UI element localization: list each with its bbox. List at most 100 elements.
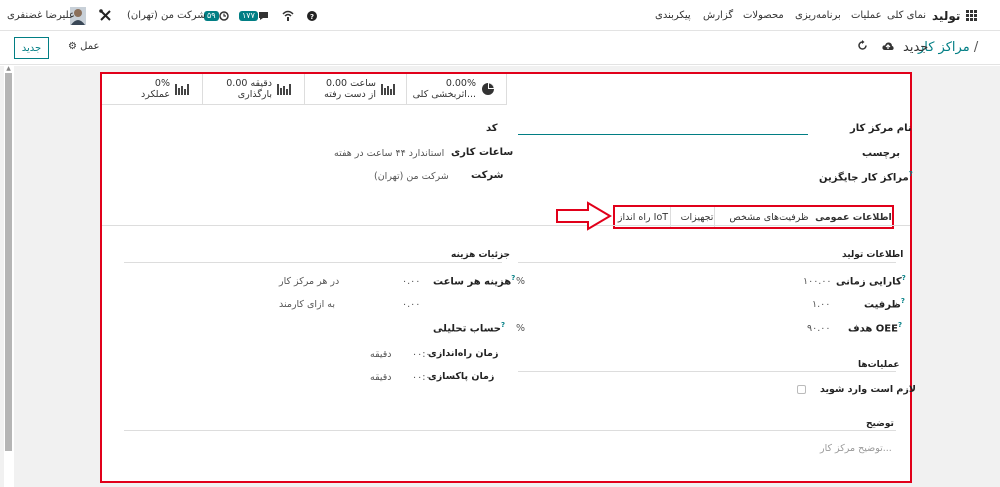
oee-target-value[interactable]: ۹۰.۰۰ xyxy=(807,323,830,334)
scroll-up-arrow[interactable]: ▲ xyxy=(5,66,12,72)
lost-label: از دست رفته xyxy=(324,89,376,100)
setup-time-value[interactable]: ۰۰:۰۰ xyxy=(412,349,436,360)
setup-time-unit: دقیقه xyxy=(370,349,392,360)
efficiency-value[interactable]: ۱۰۰.۰۰ xyxy=(803,276,832,287)
tab-iot-triggers[interactable]: راه انداز IoT xyxy=(615,207,671,227)
help-tooltip-icon: ? xyxy=(897,321,903,329)
bar-chart-icon xyxy=(277,84,291,95)
costing-section-title: جزئیات هزینه xyxy=(451,250,511,260)
operations-divider xyxy=(518,371,896,372)
new-button[interactable]: جدید xyxy=(14,37,49,59)
code-label: کد xyxy=(486,123,498,134)
capacity-value[interactable]: ۱.۰۰ xyxy=(812,299,830,310)
tab-equipment[interactable]: تجهیزات xyxy=(671,207,723,227)
performance-value: 0% xyxy=(154,78,170,89)
menu-products[interactable]: محصولات xyxy=(743,0,784,31)
company-value[interactable]: شرکت من (تهران) xyxy=(374,171,449,182)
company-label: شرکت xyxy=(471,170,504,181)
tab-divider xyxy=(670,207,671,227)
action-label: عمل xyxy=(80,41,100,52)
employee-cost-value[interactable]: ۰.۰۰ xyxy=(402,299,420,310)
user-name[interactable]: علیرضا غضنفری xyxy=(7,0,75,31)
wifi-icon[interactable] xyxy=(282,0,294,31)
cleanup-time-value[interactable]: ۰۰:۰۰ xyxy=(412,372,436,383)
menu-configuration[interactable]: پیکربندی xyxy=(655,0,691,31)
employee-cost-unit: به ازای کارمند xyxy=(279,299,336,310)
tab-specific-capacities[interactable]: ظرفیت‌های مشخص xyxy=(723,207,815,227)
breadcrumb-separator: / xyxy=(973,40,979,55)
scrollbar-thumb[interactable] xyxy=(5,73,12,451)
bar-chart-icon xyxy=(381,84,395,95)
costing-divider xyxy=(124,262,502,263)
menu-reporting[interactable]: گزارش xyxy=(703,0,733,31)
hours-label: ساعات کاری xyxy=(451,147,514,158)
action-menu[interactable]: ⚙ عمل xyxy=(68,41,99,52)
help-tooltip-icon: ? xyxy=(908,170,913,178)
name-label: نام مرکز کار xyxy=(850,123,912,134)
lost-value: 0.00 ساعت xyxy=(325,78,376,89)
breadcrumb-current: جدید xyxy=(903,40,929,55)
apps-menu-icon[interactable] xyxy=(966,0,977,31)
oee-label: اثربخشی کلی... xyxy=(412,89,476,100)
activity-indicator[interactable]: ۵۹ xyxy=(204,0,229,31)
efficiency-percent: % xyxy=(516,276,526,287)
capacity-label: ظرفیت? xyxy=(864,297,905,311)
top-navbar: تولید نمای کلی عملیات برنامه‌ریزی محصولا… xyxy=(0,0,1000,31)
tabs-baseline xyxy=(102,225,910,226)
save-cloud-icon[interactable] xyxy=(882,41,894,54)
production-divider xyxy=(518,262,896,263)
smart-button-load[interactable]: 0.00 دقیقه بارگذاری xyxy=(203,74,305,104)
cleanup-time-label: زمان پاکسازی xyxy=(428,371,495,382)
production-section-title: اطلاعات تولید xyxy=(842,250,904,260)
operations-section-title: عملیات‌ها xyxy=(858,360,900,370)
activity-badge: ۵۹ xyxy=(204,10,219,21)
smart-button-oee[interactable]: 0.00% اثربخشی کلی... xyxy=(407,74,507,104)
company-switcher[interactable]: شرکت من (تهران) xyxy=(127,0,206,31)
tools-icon[interactable] xyxy=(99,0,112,31)
tab-divider xyxy=(714,207,715,227)
help-tooltip-icon: ? xyxy=(900,297,905,305)
arrow-pointer-icon xyxy=(556,201,612,231)
tag-label: برچسب xyxy=(862,148,900,159)
load-value: 0.00 دقیقه xyxy=(226,78,272,89)
name-input[interactable] xyxy=(518,134,808,135)
menu-operations[interactable]: عملیات xyxy=(851,0,882,31)
description-input[interactable]: توضیح مرکز کار... xyxy=(820,443,892,454)
bar-chart-icon xyxy=(175,84,189,95)
messages-indicator[interactable]: ۱۷۷ xyxy=(239,0,269,31)
login-required-checkbox[interactable] xyxy=(797,385,806,394)
description-divider xyxy=(124,430,896,431)
performance-label: عملکرد xyxy=(140,89,170,100)
discard-icon[interactable] xyxy=(857,40,868,54)
oee-target-percent: % xyxy=(516,323,526,334)
clock-icon xyxy=(218,10,229,21)
smart-button-performance[interactable]: 0% عملکرد xyxy=(102,74,203,104)
hourly-cost-unit: در هر مرکز کار xyxy=(279,276,340,287)
oee-target-label: هدف OEE? xyxy=(848,321,903,335)
help-tooltip-icon: ? xyxy=(901,274,906,282)
analytic-account-label: حساب تحلیلی? xyxy=(433,321,506,335)
menu-planning[interactable]: برنامه‌ریزی xyxy=(795,0,841,31)
load-label: بارگذاری xyxy=(237,89,272,100)
setup-time-label: زمان راه‌اندازی xyxy=(428,348,499,359)
messages-badge: ۱۷۷ xyxy=(239,10,258,21)
alt-workcenters-label: مراکز کار جایگزین? xyxy=(819,170,913,184)
description-title: توضیح xyxy=(866,419,894,429)
chat-icon xyxy=(258,11,268,20)
app-name[interactable]: تولید xyxy=(932,0,960,31)
pie-chart-icon xyxy=(482,83,494,95)
help-tooltip-icon: ? xyxy=(511,274,516,282)
control-panel: مراکز کار / جدید جدید ⚙ عمل xyxy=(0,31,1000,65)
help-tooltip-icon: ? xyxy=(501,321,506,329)
gear-icon: ⚙ xyxy=(68,41,77,52)
tab-general[interactable]: اطلاعات عمومی xyxy=(815,207,892,227)
smart-button-lost[interactable]: 0.00 ساعت از دست رفته xyxy=(305,74,407,104)
menu-overview[interactable]: نمای کلی xyxy=(887,0,926,31)
svg-text:?: ? xyxy=(310,13,314,21)
hourly-cost-value[interactable]: ۰.۰۰ xyxy=(402,276,420,287)
help-icon[interactable]: ? xyxy=(307,0,317,31)
oee-value: 0.00% xyxy=(445,78,476,89)
login-required-label: لازم است وارد شوید xyxy=(820,384,916,395)
hours-value[interactable]: استاندارد ۴۴ ساعت در هفته xyxy=(334,148,444,159)
form-sheet: 0.00% اثربخشی کلی... 0.00 ساعت از دست رف… xyxy=(100,72,916,483)
